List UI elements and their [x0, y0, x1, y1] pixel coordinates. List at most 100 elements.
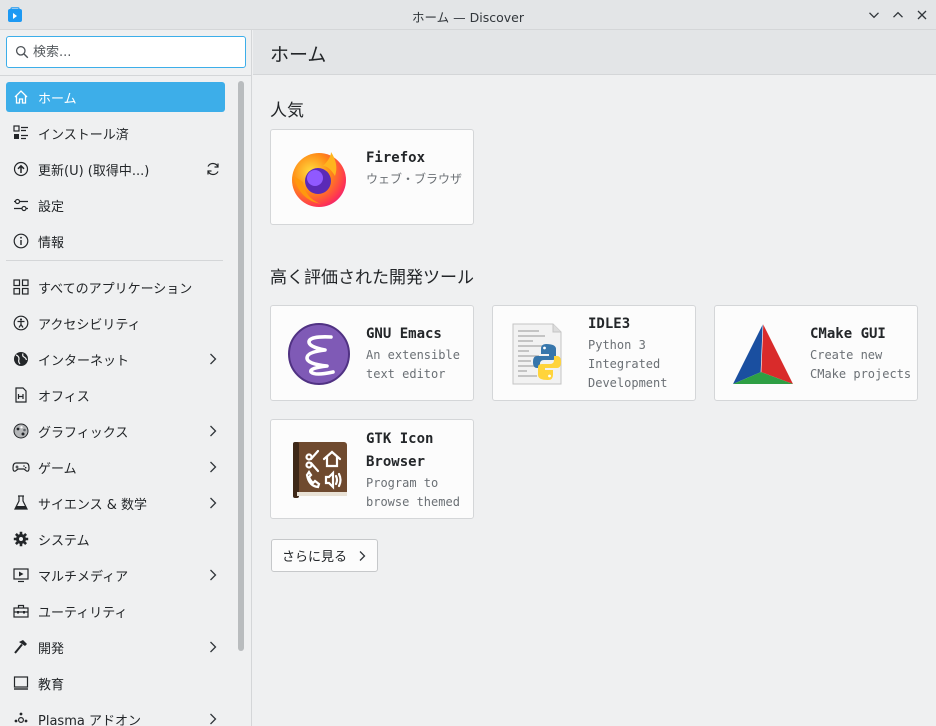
education-icon: [11, 673, 31, 693]
sidebar-item-games[interactable]: ゲーム: [6, 452, 225, 482]
main-content: 人気 Firefox ウェブ・ブラウザ 高く評価された開発ツール GNU Ema…: [253, 76, 936, 726]
app-name: IDLE3: [588, 316, 631, 332]
chevron-right-icon: [359, 550, 366, 561]
sidebar-item-label: オフィス: [38, 389, 90, 405]
grid-icon: [11, 277, 31, 297]
multimedia-icon: [11, 565, 31, 585]
app-card-gnu-emacs[interactable]: GNU Emacs An extensible text editor: [270, 305, 474, 401]
toolbox-icon: [11, 601, 31, 621]
sidebar-item-label: ユーティリティ: [38, 605, 128, 621]
window-title: ホーム — Discover: [412, 10, 524, 25]
sidebar-item-multimedia[interactable]: マルチメディア: [6, 560, 225, 590]
app-card-firefox[interactable]: Firefox ウェブ・ブラウザ: [270, 129, 474, 225]
sidebar-item-label: システム: [38, 533, 90, 549]
sidebar-item-office[interactable]: オフィス: [6, 380, 225, 410]
graphics-icon: [11, 421, 31, 441]
chevron-right-icon: [210, 461, 217, 473]
sidebar-divider: [6, 260, 223, 261]
search-input[interactable]: [33, 41, 238, 63]
sidebar-item-label: アクセシビリティ: [38, 317, 141, 333]
app-description: Python 3 Integrated Development and: [588, 338, 668, 390]
app-card-idle3[interactable]: IDLE3 Python 3 Integrated Development an…: [492, 305, 696, 401]
gtk-icon-browser-icon: [293, 442, 347, 498]
sidebar-item-education[interactable]: 教育: [6, 668, 225, 698]
app-card-cmake-gui[interactable]: CMake GUI Create new CMake projects: [714, 305, 918, 401]
page-title: ホーム: [270, 44, 327, 66]
office-icon: [11, 385, 31, 405]
firefox-icon: [292, 152, 346, 207]
sidebar-separator: [0, 75, 252, 76]
accessibility-icon: [11, 313, 31, 333]
minimize-button[interactable]: [864, 5, 884, 25]
gamepad-icon: [11, 457, 31, 477]
sidebar-item-settings[interactable]: 設定: [6, 190, 225, 220]
chevron-up-icon: [893, 11, 903, 18]
title-bar: ホーム — Discover: [0, 0, 936, 30]
see-more-label: さらに見る: [282, 550, 348, 565]
sidebar-item-label: Plasma アドオン: [38, 713, 141, 726]
gear-icon: [11, 529, 31, 549]
app-description: An extensible text editor: [366, 348, 460, 381]
close-button[interactable]: [912, 5, 932, 25]
sidebar-item-label: ホーム: [38, 91, 77, 107]
app-name: GNU Emacs: [366, 326, 442, 342]
search-icon: [15, 45, 29, 59]
app-card-gtk-icon-browser[interactable]: GTK Icon Browser Program to browse theme…: [270, 419, 474, 519]
sidebar-item-plasma-addons[interactable]: Plasma アドオン: [6, 704, 225, 726]
section-title-dev-tools: 高く評価された開発ツール: [270, 268, 474, 288]
sidebar-item-all-applications[interactable]: すべてのアプリケーション: [6, 272, 225, 302]
app-name: GTK Icon Browser: [366, 431, 434, 470]
sidebar-item-system[interactable]: システム: [6, 524, 225, 554]
refresh-icon[interactable]: [205, 161, 221, 177]
plasma-icon: [11, 709, 31, 726]
update-icon: [11, 159, 31, 179]
search-box: [6, 36, 246, 68]
chevron-right-icon: [210, 497, 217, 509]
sidebar-item-home[interactable]: ホーム: [6, 82, 225, 112]
sidebar-item-label: サイエンス & 数学: [38, 497, 148, 513]
sidebar-item-label: インストール済: [38, 127, 129, 143]
emacs-icon: [288, 323, 350, 385]
sidebar-item-label: 情報: [38, 235, 65, 251]
chevron-right-icon: [210, 569, 217, 581]
sidebar-item-label: マルチメディア: [38, 569, 129, 585]
idle-icon: [512, 323, 562, 385]
section-title-popular: 人気: [270, 101, 304, 121]
app-name: CMake GUI: [810, 326, 886, 342]
chevron-right-icon: [210, 641, 217, 653]
sidebar-item-label: インターネット: [38, 353, 130, 369]
sidebar-item-utilities[interactable]: ユーティリティ: [6, 596, 225, 626]
scrollbar-thumb[interactable]: [238, 81, 244, 651]
hammer-icon: [11, 637, 31, 657]
app-description: Program to browse themed: [366, 476, 460, 509]
sidebar-item-about[interactable]: 情報: [6, 226, 225, 256]
cmake-icon: [733, 323, 793, 384]
sidebar-item-label: 開発: [38, 641, 65, 657]
sidebar-item-label: 設定: [38, 199, 65, 215]
sidebar-item-label: 教育: [38, 677, 65, 693]
app-description: ウェブ・ブラウザ: [366, 172, 463, 186]
chevron-right-icon: [210, 425, 217, 437]
sidebar-item-updates[interactable]: 更新(U) (取得中...): [6, 154, 225, 184]
sidebar-item-label: すべてのアプリケーション: [38, 281, 193, 297]
app-description: Create new CMake projects: [810, 348, 912, 381]
maximize-button[interactable]: [888, 5, 908, 25]
sidebar-item-accessibility[interactable]: アクセシビリティ: [6, 308, 225, 338]
page-header: ホーム: [253, 30, 936, 75]
close-icon: [917, 10, 927, 20]
info-icon: [11, 231, 31, 251]
see-more-button[interactable]: さらに見る: [271, 539, 379, 572]
sidebar: ホーム インストール済 更新(U) (取得中...) 設定 情報 すべてのアプリ…: [0, 30, 252, 726]
globe-icon: [11, 349, 31, 369]
settings-icon: [11, 195, 31, 215]
sidebar-item-science-math[interactable]: サイエンス & 数学: [6, 488, 225, 518]
sidebar-item-internet[interactable]: インターネット: [6, 344, 225, 374]
sidebar-item-label: ゲーム: [38, 461, 77, 477]
sidebar-scrollbar[interactable]: [235, 77, 247, 726]
sidebar-item-installed[interactable]: インストール済: [6, 118, 225, 148]
sidebar-item-graphics[interactable]: グラフィックス: [6, 416, 225, 446]
sidebar-item-development[interactable]: 開発: [6, 632, 225, 662]
flask-icon: [11, 493, 31, 513]
home-icon: [11, 87, 31, 107]
sidebar-item-label: グラフィックス: [38, 425, 129, 441]
